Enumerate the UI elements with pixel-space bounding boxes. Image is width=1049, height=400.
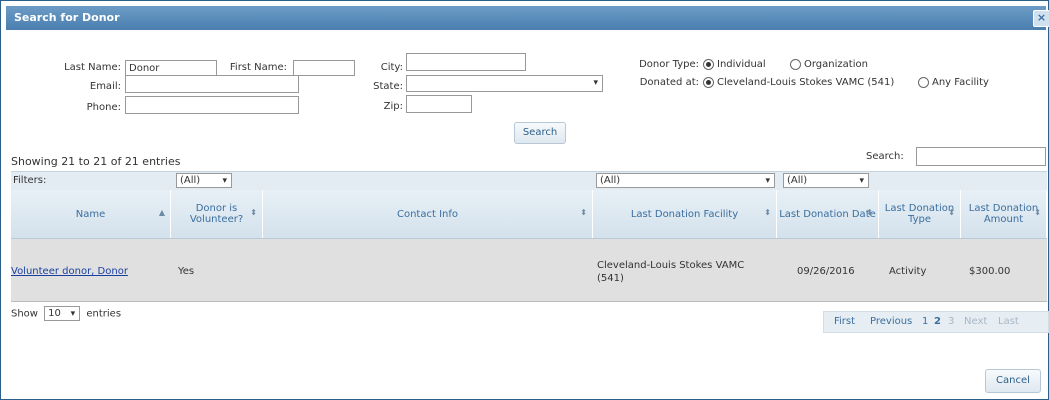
cell-volunteer: Yes [178, 266, 195, 277]
chevron-down-icon: ▾ [765, 176, 770, 186]
sort-icon: ⬍ [764, 208, 771, 217]
zip-input[interactable] [406, 95, 472, 113]
col-date-label: Last Donation Date [779, 208, 876, 220]
sort-icon: ⬍ [1034, 208, 1041, 217]
filters-label: Filters: [13, 175, 47, 186]
email-input[interactable] [125, 75, 299, 93]
col-date[interactable]: Last Donation Date ⬍ [777, 190, 879, 238]
pager-first[interactable]: First [834, 316, 855, 327]
cell-type: Activity [889, 266, 927, 277]
sort-icon: ⬍ [948, 208, 955, 217]
phone-label: Phone: [86, 102, 121, 113]
donated-at-any-label: Any Facility [932, 77, 989, 88]
donated-at-facility-radio[interactable] [703, 77, 714, 88]
col-name-label: Name [75, 208, 106, 220]
search-button[interactable]: Search [514, 122, 566, 144]
filter-type-select[interactable]: (All) ▾ [783, 173, 869, 188]
zip-label: Zip: [383, 101, 403, 112]
city-label: City: [380, 62, 403, 73]
donated-at-label: Donated at: [639, 77, 699, 88]
donor-type-organization-label: Organization [804, 59, 868, 70]
last-name-input[interactable]: Donor [125, 60, 217, 76]
close-icon[interactable]: × [1033, 10, 1049, 27]
donor-type-individual-label: Individual [717, 59, 766, 70]
pager-page-3[interactable]: 3 [948, 316, 954, 327]
col-contact[interactable]: Contact Info ⬍ [263, 190, 593, 238]
col-facility[interactable]: Last Donation Facility ⬍ [593, 190, 777, 238]
pager-previous[interactable]: Previous [870, 316, 912, 327]
dialog-titlebar[interactable]: Search for Donor × [6, 6, 1049, 30]
filter-facility-value: (All) [600, 175, 621, 186]
chevron-down-icon: ▾ [593, 78, 598, 88]
sort-asc-icon: ▲ [158, 208, 165, 217]
dialog-title: Search for Donor [14, 11, 120, 24]
show-label: Show [11, 308, 38, 320]
email-label: Email: [89, 81, 121, 92]
results-info: Showing 21 to 21 of 21 entries [11, 155, 181, 168]
filter-facility-select[interactable]: (All) ▾ [596, 173, 775, 188]
donor-type-organization-radio[interactable] [790, 59, 801, 70]
page-length-value: 10 [48, 308, 61, 319]
chevron-down-icon: ▾ [222, 176, 227, 186]
sort-icon: ⬍ [250, 208, 257, 217]
first-name-input[interactable] [293, 60, 355, 76]
pager-page-1[interactable]: 1 [922, 316, 928, 327]
cell-date: 09/26/2016 [797, 266, 855, 277]
page-length-select[interactable]: 10 ▾ [44, 306, 81, 321]
cell-amount: $300.00 [969, 266, 1011, 277]
pager-page-2[interactable]: 2 [934, 316, 941, 327]
pager-last[interactable]: Last [998, 316, 1019, 327]
filters-row: Filters: (All) ▾ (All) ▾ (All) ▾ [11, 171, 1047, 191]
last-name-label: Last Name: [64, 62, 121, 73]
cancel-button[interactable]: Cancel [985, 369, 1041, 393]
donated-at-facility-label: Cleveland-Louis Stokes VAMC (541) [717, 77, 895, 88]
sort-icon: ⬍ [580, 208, 587, 217]
col-facility-label: Last Donation Facility [630, 208, 739, 220]
pagination: First Previous 1 2 3 Next Last [823, 311, 1049, 333]
filter-volunteer-value: (All) [180, 175, 201, 186]
donor-type-individual-radio[interactable] [703, 59, 714, 70]
page-length-control: Show 10 ▾ entries [11, 306, 121, 321]
col-amount-label: Last Donation Amount [968, 203, 1039, 225]
pager-next[interactable]: Next [964, 316, 987, 327]
donor-type-label: Donor Type: [639, 59, 699, 70]
filter-volunteer-select[interactable]: (All) ▾ [176, 173, 232, 188]
table-header: Name ▲ Donor is Volunteer? ⬍ Contact Info ⬍… [11, 190, 1047, 239]
filter-type-value: (All) [787, 175, 808, 186]
state-select[interactable]: ▾ [406, 75, 603, 92]
col-name[interactable]: Name ▲ [11, 190, 171, 238]
donated-at-any-radio[interactable] [918, 77, 929, 88]
col-volunteer-label: Donor is Volunteer? [189, 203, 244, 225]
first-name-label: First Name: [229, 62, 287, 73]
sort-icon: ⬍ [866, 208, 873, 217]
phone-input[interactable] [125, 96, 299, 114]
donor-name-link[interactable]: Volunteer donor, Donor [11, 266, 128, 277]
state-label: State: [373, 81, 403, 92]
chevron-down-icon: ▾ [859, 176, 864, 186]
col-amount[interactable]: Last Donation Amount ⬍ [961, 190, 1047, 238]
cell-facility: Cleveland-Louis Stokes VAMC (541) [597, 260, 745, 284]
table-row[interactable]: Volunteer donor, Donor Yes Cleveland-Lou… [11, 239, 1047, 302]
search-donor-dialog: Search for Donor × Last Name: Donor Firs… [0, 0, 1049, 400]
table-search-input[interactable] [916, 147, 1046, 166]
city-input[interactable] [406, 53, 526, 71]
col-type[interactable]: Last Donation Type ⬍ [879, 190, 961, 238]
col-volunteer[interactable]: Donor is Volunteer? ⬍ [171, 190, 263, 238]
col-contact-label: Contact Info [396, 208, 458, 220]
table-search-label: Search: [866, 151, 904, 162]
entries-label: entries [86, 308, 122, 320]
chevron-down-icon: ▾ [70, 309, 76, 319]
